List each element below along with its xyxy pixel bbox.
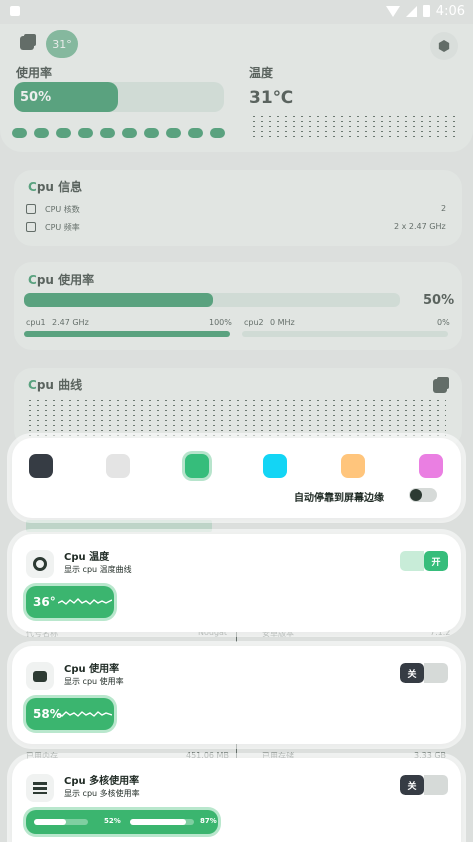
cpu2-percent: 0%: [437, 318, 450, 327]
core1-value: 52%: [104, 817, 121, 825]
cpu-cores-label: CPU 核数: [45, 205, 80, 214]
chip-icon: [26, 204, 36, 214]
preview-value: 36°: [33, 595, 56, 609]
auto-dock-toggle[interactable]: [409, 488, 437, 502]
status-time: 4:06: [435, 3, 465, 19]
signal-icon: [405, 5, 417, 17]
multicore-widget-preview: 52% 87%: [26, 810, 218, 834]
cpu1-bar: [24, 331, 230, 337]
widget-multicore-toggle[interactable]: 关: [400, 775, 448, 795]
color-swatch-gray[interactable]: [106, 454, 130, 478]
temperature-label: 温度: [249, 66, 274, 80]
toggle-state-label: 关: [400, 775, 424, 795]
wave-icon: [58, 598, 112, 605]
chip-icon: [26, 222, 36, 232]
cpu-freq-value: 2 x 2.47 GHz: [394, 222, 446, 231]
usage-widget-preview: 58%: [26, 698, 114, 730]
color-swatch-dark[interactable]: [29, 454, 53, 478]
background-bar: [26, 520, 212, 532]
cpu-curve-grid: [26, 398, 446, 438]
cpu-usage-value: 50%: [423, 293, 455, 308]
cpu1-percent: 100%: [209, 318, 232, 327]
cpu2-name: cpu2: [244, 318, 264, 327]
notification-icon: [10, 6, 20, 16]
core1-bar: [34, 819, 66, 825]
toggle-state-label: 开: [424, 551, 448, 571]
widget-usage-toggle[interactable]: 关: [400, 663, 448, 683]
toggle-knob: [410, 489, 422, 501]
widget-subtitle: 显示 cpu 使用率: [64, 677, 124, 686]
temperature-widget-preview: 36°: [26, 586, 114, 618]
widget-title: Cpu 温度: [64, 552, 110, 563]
cpu-curve-title: Cpu 曲线: [28, 378, 83, 392]
widget-subtitle: 显示 cpu 温度曲线: [64, 565, 132, 574]
auto-dock-label: 自动停靠到屏幕边缘: [294, 493, 384, 504]
wifi-icon: [385, 5, 400, 17]
thermometer-ring-icon: [26, 550, 54, 578]
settings-button[interactable]: [430, 32, 458, 60]
widget-subtitle: 显示 cpu 多核使用率: [64, 789, 140, 798]
temperature-value: 31℃: [249, 88, 294, 108]
cpu2-freq: 0 MHz: [270, 318, 295, 327]
wave-icon: [58, 711, 112, 717]
usage-history-dots: [12, 128, 225, 138]
usage-bar-fill: 50%: [14, 82, 118, 112]
copy-icon[interactable]: [20, 36, 34, 50]
temperature-history-grid: [250, 114, 458, 138]
cpu-cores-value: 2: [441, 204, 447, 213]
toggle-state-label: 关: [400, 663, 424, 683]
chat-bubble-icon: [26, 662, 54, 690]
color-swatch-green[interactable]: [185, 454, 209, 478]
cpu1-freq: 2.47 GHz: [52, 318, 89, 327]
theme-color-panel: [12, 438, 461, 518]
stacked-bars-icon: [26, 774, 54, 802]
color-swatch-pink[interactable]: [419, 454, 443, 478]
cpu-usage-fill: [24, 293, 213, 307]
widget-title: Cpu 多核使用率: [64, 776, 140, 787]
cpu-info-title: Cpu 信息: [28, 180, 83, 194]
copy-icon[interactable]: [433, 379, 447, 393]
cpu-usage-title: Cpu 使用率: [28, 273, 95, 287]
cpu2-bar: [242, 331, 448, 337]
core2-value: 87%: [200, 817, 217, 825]
color-swatch-cyan[interactable]: [263, 454, 287, 478]
usage-label: 使用率: [16, 66, 53, 80]
gear-icon: [438, 40, 450, 52]
widget-cpu-multicore: Cpu 多核使用率 显示 cpu 多核使用率 关 52% 87%: [12, 758, 461, 842]
widget-cpu-usage: Cpu 使用率 显示 cpu 使用率 关 58%: [12, 646, 461, 744]
status-bar: 4:06: [0, 0, 473, 22]
color-swatch-orange[interactable]: [341, 454, 365, 478]
floating-temp-badge[interactable]: 31°: [46, 30, 78, 58]
widget-temperature-toggle[interactable]: 开: [400, 551, 448, 571]
divider: [236, 744, 237, 758]
widget-cpu-temperature: Cpu 温度 显示 cpu 温度曲线 开 36°: [12, 534, 461, 632]
widget-title: Cpu 使用率: [64, 664, 120, 675]
core2-bar: [130, 819, 186, 825]
battery-icon: [422, 5, 430, 17]
cpu-freq-label: CPU 频率: [45, 223, 80, 232]
cpu1-name: cpu1: [26, 318, 46, 327]
